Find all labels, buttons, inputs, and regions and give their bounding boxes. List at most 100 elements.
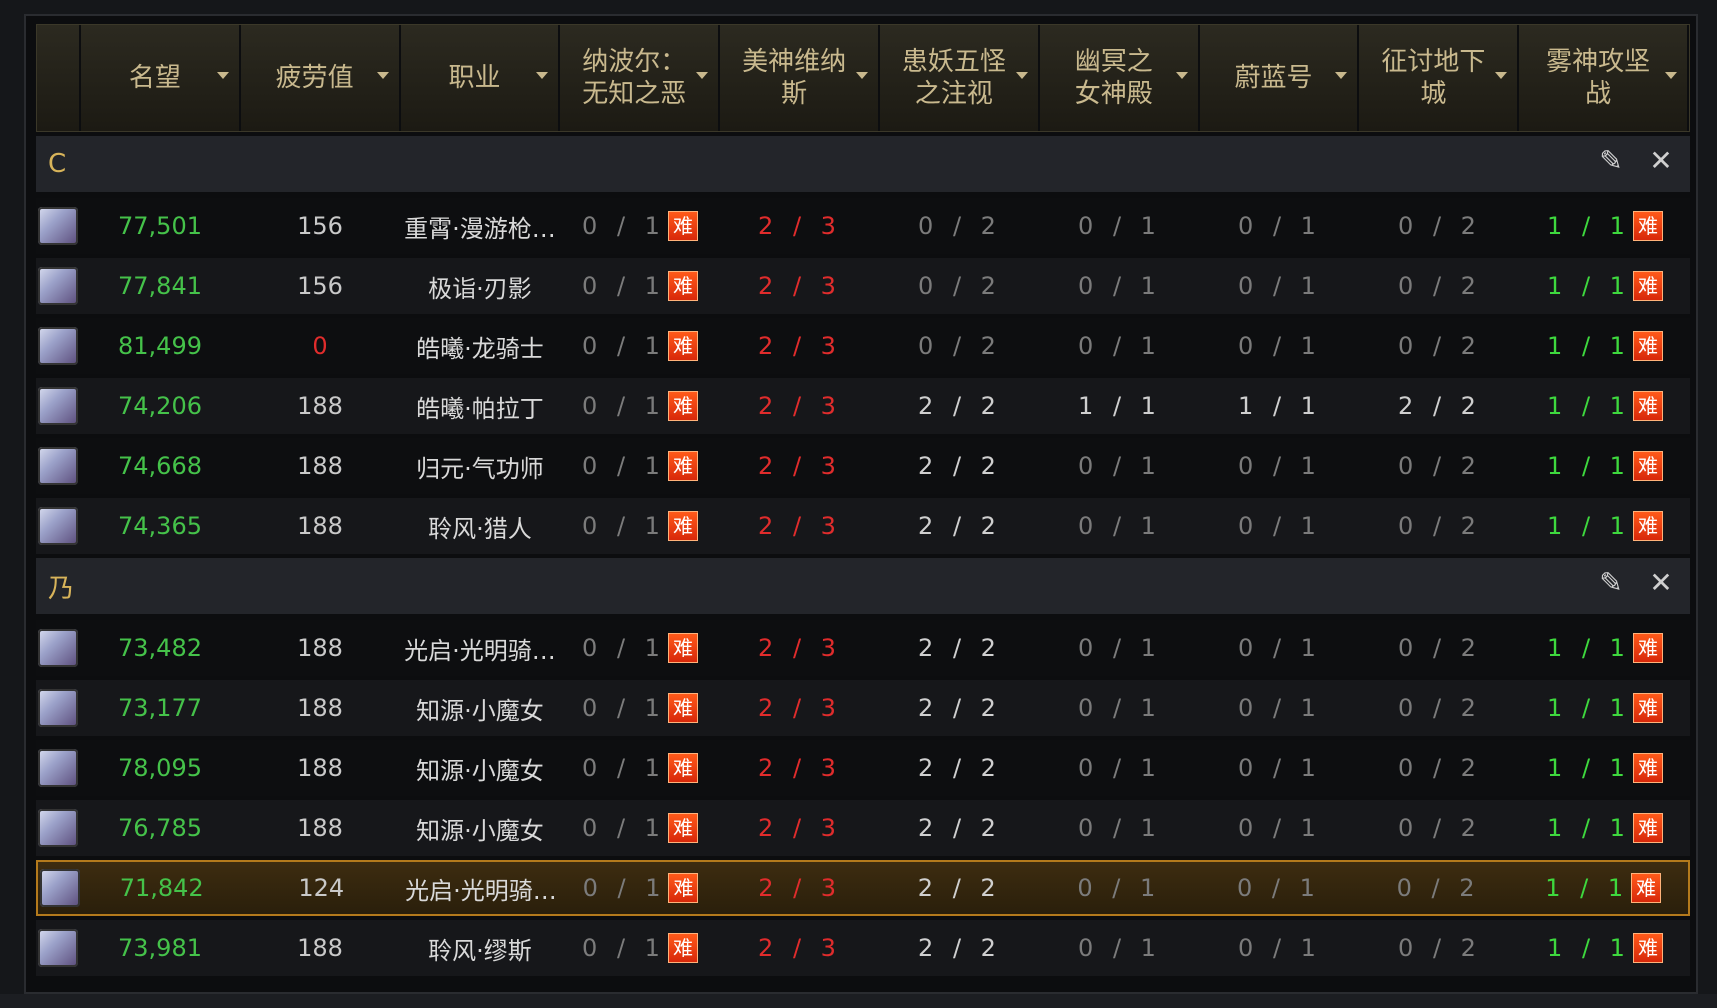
chevron-down-icon[interactable] (536, 72, 549, 79)
table-row[interactable]: 73,981 188 聆风·缪斯 0 / 1难2 / 32 / 20 / 10 / 1… (36, 920, 1690, 976)
dungeon-progress-cell: 0 / 1难 (561, 862, 721, 914)
header-dungeon-col-6[interactable]: 征讨地下 城 (1359, 25, 1520, 131)
table-row[interactable]: 76,785 188 知源·小魔女 0 / 1难2 / 32 / 20 / 10 / … (36, 800, 1690, 856)
header-dungeon-col-1[interactable]: 纳波尔： 无知之恶 (560, 25, 721, 131)
chevron-down-icon[interactable] (376, 72, 389, 79)
dungeon-progress-cell: 2 / 3 (720, 800, 880, 856)
table-row[interactable]: 71,842 124 光启·光明骑… 0 / 1难2 / 32 / 20 / 10 /… (36, 860, 1690, 916)
avatar-cell (36, 920, 80, 976)
table-row[interactable]: 73,482 188 光启·光明骑… 0 / 1难2 / 32 / 20 / 10 /… (36, 620, 1690, 676)
clear-count: 0 / 1 (1078, 452, 1162, 480)
table-row[interactable]: 81,499 0 皓曦·龙骑士 0 / 1难2 / 30 / 20 / 10 / 10… (36, 318, 1690, 374)
header-dungeon-col-4[interactable]: 幽冥之 女神殿 (1040, 25, 1200, 131)
chevron-down-icon[interactable] (1495, 72, 1508, 79)
pencil-icon[interactable]: ✎ (1596, 568, 1626, 598)
chevron-down-icon[interactable] (1175, 72, 1188, 79)
table-row[interactable]: 74,668 188 归元·气功师 0 / 1难2 / 32 / 20 / 10 / … (36, 438, 1690, 494)
header-job-col[interactable]: 职业 (401, 25, 561, 131)
clear-count: 0 / 2 (1398, 512, 1482, 540)
clear-count: 0 / 1 (1238, 512, 1322, 540)
clear-count: 0 / 1 (582, 272, 666, 300)
clear-count: 1 / 1 (1547, 934, 1631, 962)
clear-count: 0 / 1 (582, 332, 666, 360)
header-dungeon-col-3[interactable]: 患妖五怪 之注视 (880, 25, 1040, 131)
dungeon-progress-cell: 0 / 1 (1200, 198, 1360, 254)
hard-mode-badge: 难 (667, 753, 698, 783)
close-icon[interactable]: ✕ (1646, 568, 1676, 598)
chevron-down-icon[interactable] (1665, 72, 1678, 79)
hard-mode-badge: 难 (1632, 331, 1663, 361)
dungeon-progress-cell: 0 / 1 (1040, 740, 1200, 796)
table-row[interactable]: 73,177 188 知源·小魔女 0 / 1难2 / 32 / 20 / 10 / … (36, 680, 1690, 736)
bottom-bar (0, 994, 1717, 1008)
dungeon-progress-cell: 0 / 1 (1040, 800, 1200, 856)
clear-count: 2 / 3 (758, 634, 842, 662)
chevron-down-icon[interactable] (1015, 72, 1028, 79)
clear-count: 2 / 3 (758, 814, 842, 842)
fatigue-value: 188 (297, 512, 343, 540)
hard-mode-badge: 难 (667, 933, 698, 963)
close-icon[interactable]: ✕ (1646, 146, 1676, 176)
dungeon-progress-cell: 1 / 1难 (1520, 800, 1690, 856)
reputation-value: 71,842 (119, 874, 204, 902)
avatar-cell (36, 258, 80, 314)
header-label: 患妖五怪 之注视 (901, 47, 1006, 109)
dungeon-progress-cell: 2 / 3 (720, 620, 880, 676)
dungeon-progress-cell: 0 / 1难 (560, 498, 720, 554)
group-tools: ✎ ✕ (1596, 146, 1676, 176)
dungeon-progress-cell: 2 / 3 (720, 920, 880, 976)
table-row[interactable]: 77,501 156 重霄·漫游枪… 0 / 1难2 / 30 / 20 / 10 /… (36, 198, 1690, 254)
reputation-value: 78,095 (118, 754, 202, 782)
header-avatar-col (37, 25, 81, 131)
table-row[interactable]: 77,841 156 极诣·刃影 0 / 1难2 / 30 / 20 / 10 / 1… (36, 258, 1690, 314)
job-name: 光启·光明骑… (404, 636, 556, 665)
chevron-down-icon[interactable] (856, 72, 869, 79)
fatigue-value: 188 (297, 754, 343, 782)
job-name: 皓曦·龙骑士 (416, 334, 544, 363)
fatigue-value: 188 (297, 814, 343, 842)
table-row[interactable]: 78,095 188 知源·小魔女 0 / 1难2 / 32 / 20 / 10 / … (36, 740, 1690, 796)
header-dungeon-col-5[interactable]: 蔚蓝号 (1200, 25, 1360, 131)
table-row[interactable]: 74,206 188 皓曦·帕拉丁 0 / 1难2 / 32 / 21 / 11 / … (36, 378, 1690, 434)
clear-count: 0 / 1 (1238, 694, 1322, 722)
dungeon-progress-cell: 0 / 2 (1360, 258, 1520, 314)
avatar-cell (36, 318, 80, 374)
avatar-cell (36, 800, 80, 856)
header-reputation-col[interactable]: 名望 (81, 25, 241, 131)
hard-mode-badge: 难 (1632, 693, 1663, 723)
table-header: 名望 疲劳值 职业 纳波尔： 无知之恶 美神维纳 斯患妖五怪 之注视 幽冥之 女神殿 蔚蓝号… (36, 24, 1690, 132)
reputation-value: 73,482 (118, 634, 202, 662)
header-fatigue-col[interactable]: 疲劳值 (241, 25, 401, 131)
clear-count: 0 / 1 (1078, 934, 1162, 962)
dungeon-progress-cell: 2 / 2 (880, 800, 1040, 856)
pencil-icon[interactable]: ✎ (1596, 146, 1626, 176)
chevron-down-icon[interactable] (696, 72, 709, 79)
table-row[interactable]: 74,365 188 聆风·猎人 0 / 1难2 / 32 / 20 / 10 / 1… (36, 498, 1690, 554)
dungeon-progress-cell: 0 / 1难 (560, 920, 720, 976)
clear-count: 0 / 1 (1078, 634, 1162, 662)
dungeon-progress-cell: 0 / 1难 (560, 800, 720, 856)
dungeon-progress-cell: 0 / 2 (1360, 740, 1520, 796)
chevron-down-icon[interactable] (216, 72, 229, 79)
job-name: 归元·气功师 (416, 454, 544, 483)
avatar (38, 689, 78, 727)
hard-mode-badge: 难 (1631, 873, 1662, 903)
dungeon-progress-cell: 0 / 2 (1360, 800, 1520, 856)
chevron-down-icon[interactable] (1335, 72, 1348, 79)
job-name: 聆风·猎人 (428, 514, 532, 543)
clear-count: 2 / 2 (1398, 392, 1482, 420)
dungeon-progress-cell: 0 / 2 (1360, 620, 1520, 676)
fatigue-value: 188 (297, 934, 343, 962)
fatigue-value: 0 (312, 332, 328, 360)
clear-count: 1 / 1 (1547, 694, 1631, 722)
clear-count: 2 / 3 (758, 212, 842, 240)
avatar (38, 507, 78, 545)
header-dungeon-col-2[interactable]: 美神维纳 斯 (720, 25, 881, 131)
clear-count: 1 / 1 (1547, 392, 1631, 420)
clear-count: 0 / 1 (582, 754, 666, 782)
clear-count: 0 / 1 (582, 392, 666, 420)
reputation-value: 73,981 (118, 934, 202, 962)
header-dungeon-col-7[interactable]: 雾神攻坚 战 (1519, 25, 1690, 131)
dungeon-progress-cell: 0 / 1 (1040, 438, 1200, 494)
dungeon-progress-cell: 0 / 1难 (560, 318, 720, 374)
